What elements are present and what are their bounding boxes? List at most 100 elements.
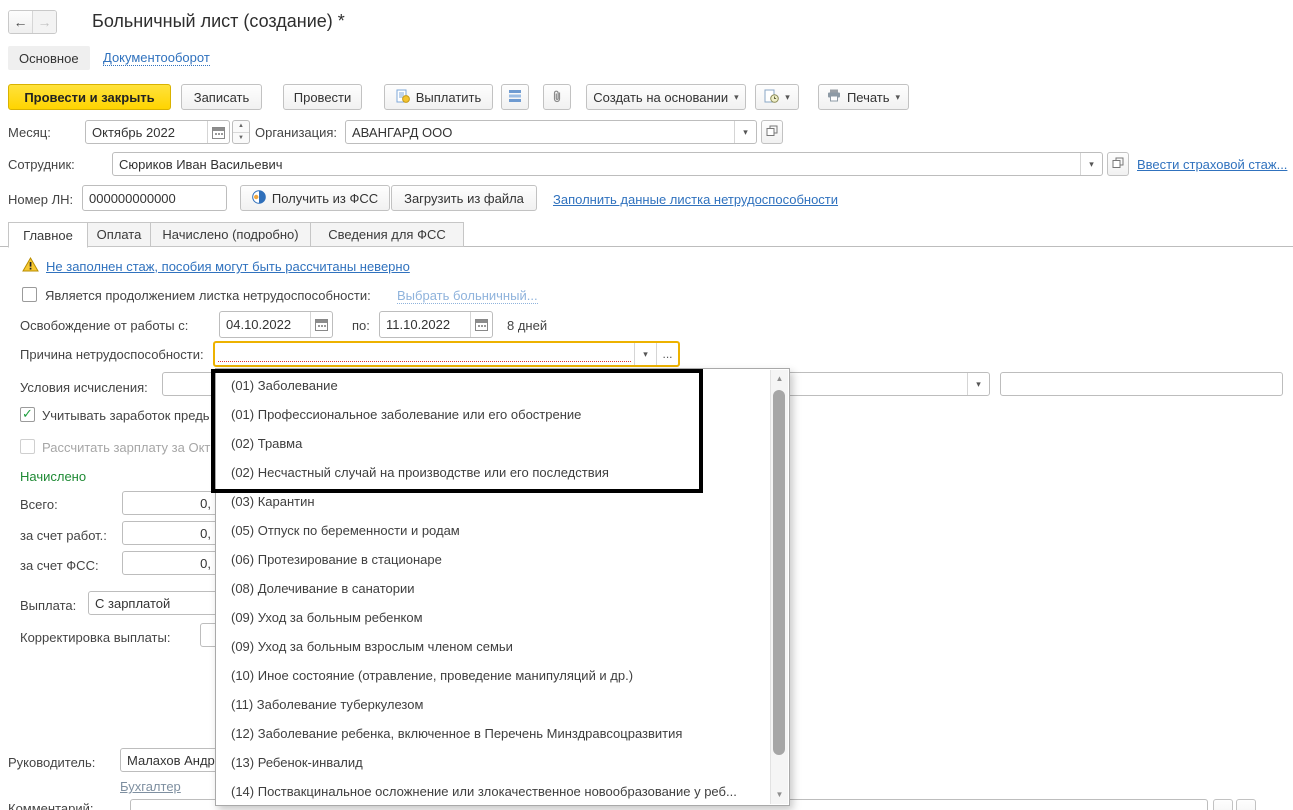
continuation-checkbox[interactable] — [22, 287, 37, 302]
dropdown-item[interactable]: (09) Уход за больным взрослым членом сем… — [231, 632, 761, 661]
organization-value: АВАНГАРД ООО — [346, 125, 734, 140]
navtab-docflow[interactable]: Документооборот — [92, 46, 221, 70]
dropdown-item[interactable]: (06) Протезирование в стационаре — [231, 545, 761, 574]
calendar-icon[interactable] — [470, 312, 492, 337]
dropdown-item[interactable]: (11) Заболевание туберкулезом — [231, 690, 761, 719]
missing-record-warning-link[interactable]: Не заполнен стаж, пособия могут быть рас… — [46, 259, 410, 274]
attachments-button[interactable] — [543, 84, 571, 110]
payment-field[interactable]: С зарплатой — [88, 591, 218, 615]
cause-input[interactable] — [215, 343, 634, 365]
post-and-close-button[interactable]: Провести и закрыть — [8, 84, 171, 110]
back-button[interactable]: ← — [9, 11, 33, 33]
scrollbar-thumb[interactable] — [773, 390, 785, 755]
chevron-down-icon[interactable]: ▾ — [734, 121, 756, 143]
cause-dropdown-list: (01) Заболевание (01) Профессиональное з… — [215, 368, 790, 806]
forward-button[interactable]: → — [33, 11, 56, 33]
fss-part-field[interactable]: 0, — [122, 551, 218, 575]
accountant-link[interactable]: Бухгалтер — [120, 779, 181, 794]
back-icon: ← — [14, 14, 28, 30]
cause-combobox[interactable]: ▾ ... — [213, 341, 680, 367]
scroll-down-icon[interactable]: ▼ — [771, 788, 788, 802]
consider-earnings-checkbox[interactable]: ✓ — [20, 407, 35, 422]
required-underline — [218, 361, 631, 362]
dropdown-item[interactable]: (01) Заболевание — [231, 371, 761, 400]
dropdown-item[interactable]: (08) Долечивание в санатории — [231, 574, 761, 603]
fill-sick-leave-data-link[interactable]: Заполнить данные листка нетрудоспособнос… — [553, 192, 838, 207]
scroll-up-icon[interactable]: ▲ — [771, 372, 788, 386]
dropdown-item[interactable]: (02) Несчастный случай на производстве и… — [231, 458, 761, 487]
ln-number-field[interactable]: 000000000000 — [82, 185, 227, 211]
calendar-icon[interactable] — [310, 312, 332, 337]
manager-field[interactable]: Малахов Андрей — [120, 748, 218, 772]
tab-main[interactable]: Главное — [8, 222, 88, 248]
post-button[interactable]: Провести — [283, 84, 362, 110]
employee-field[interactable]: Сюриков Иван Васильевич ▾ — [112, 152, 1103, 176]
cause-choose-button[interactable]: ... — [656, 343, 678, 365]
tab-accrued-detail[interactable]: Начислено (подробно) — [150, 222, 311, 247]
organization-field[interactable]: АВАНГАРД ООО ▾ — [345, 120, 757, 144]
stepper-up-icon[interactable]: ▲ — [233, 121, 249, 133]
doc-history-button[interactable]: ▾ — [755, 84, 799, 110]
dropdown-item[interactable]: (09) Уход за больным ребенком — [231, 603, 761, 632]
chevron-down-icon: ▾ — [734, 93, 739, 102]
dropdown-item[interactable]: (01) Профессиональное заболевание или ег… — [231, 400, 761, 429]
month-field[interactable]: Октябрь 2022 — [85, 120, 230, 144]
dropdown-item[interactable]: (05) Отпуск по беременности и родам — [231, 516, 761, 545]
registry-icon — [509, 89, 521, 106]
comment-button-1[interactable] — [1213, 799, 1233, 810]
date-from-field[interactable]: 04.10.2022 — [219, 311, 333, 338]
pay-button[interactable]: Выплатить — [384, 84, 493, 110]
print-button-label: Печать — [847, 90, 890, 105]
pay-icon — [396, 89, 410, 106]
cause-dropdown-button[interactable]: ▾ — [634, 343, 656, 365]
enter-insurance-record-link[interactable]: Ввести страховой стаж... — [1137, 157, 1287, 172]
stepper-down-icon[interactable]: ▼ — [233, 133, 249, 144]
tab-payment[interactable]: Оплата — [87, 222, 151, 247]
date-to-label: по: — [352, 318, 370, 333]
conditions-label: Условия исчисления: — [20, 380, 148, 395]
date-to-value: 11.10.2022 — [380, 317, 470, 332]
calc-salary-checkbox[interactable] — [20, 439, 35, 454]
conditions-extra-field[interactable] — [1000, 372, 1283, 396]
create-based-on-button[interactable]: Создать на основании ▾ — [586, 84, 746, 110]
dropdown-item[interactable]: (13) Ребенок-инвалид — [231, 748, 761, 777]
load-from-file-button[interactable]: Загрузить из файла — [391, 185, 537, 211]
exemption-label: Освобождение от работы с: — [20, 318, 188, 333]
accrued-header: Начислено — [20, 469, 86, 484]
calendar-icon[interactable] — [207, 121, 229, 143]
chevron-down-icon[interactable]: ▾ — [1080, 153, 1102, 175]
get-from-fss-button[interactable]: Получить из ФСС — [240, 185, 390, 211]
chevron-down-icon: ▾ — [785, 93, 790, 102]
print-button[interactable]: Печать ▾ — [818, 84, 909, 110]
tab-fss-info[interactable]: Сведения для ФСС — [310, 222, 464, 247]
dropdown-scrollbar[interactable]: ▲ ▼ — [770, 370, 788, 804]
navtab-main[interactable]: Основное — [8, 46, 90, 70]
page-title: Больничный лист (создание) * — [92, 11, 345, 32]
doc-clock-icon — [764, 89, 779, 106]
dropdown-item[interactable]: (02) Травма — [231, 429, 761, 458]
registry-button[interactable] — [501, 84, 529, 110]
month-stepper[interactable]: ▲ ▼ — [232, 120, 250, 144]
dropdown-item[interactable]: (03) Карантин — [231, 487, 761, 516]
employee-open-button[interactable] — [1107, 152, 1129, 176]
dropdown-item[interactable]: (12) Заболевание ребенка, включенное в П… — [231, 719, 761, 748]
create-based-on-label: Создать на основании — [593, 90, 728, 105]
comment-button-2[interactable] — [1236, 799, 1256, 810]
choose-sick-leave-link[interactable]: Выбрать больничный... — [397, 288, 538, 304]
write-button[interactable]: Записать — [181, 84, 262, 110]
ln-number-label: Номер ЛН: — [8, 192, 73, 207]
comment-label: Комментарий: — [8, 801, 94, 810]
total-field[interactable]: 0, — [122, 491, 218, 515]
organization-open-button[interactable] — [761, 120, 783, 144]
manager-label: Руководитель: — [8, 755, 95, 770]
date-to-field[interactable]: 11.10.2022 — [379, 311, 493, 338]
employee-label: Сотрудник: — [8, 157, 75, 172]
employer-part-field[interactable]: 0, — [122, 521, 218, 545]
check-icon: ✓ — [22, 407, 33, 420]
chevron-down-icon[interactable]: ▾ — [967, 373, 989, 395]
dropdown-item[interactable]: (10) Иное состояние (отравление, проведе… — [231, 661, 761, 690]
dropdown-item[interactable]: (14) Поствакцинальное осложнение или зло… — [231, 777, 761, 806]
printer-icon — [827, 89, 841, 105]
days-count: 8 дней — [507, 318, 547, 333]
month-value: Октябрь 2022 — [86, 125, 207, 140]
